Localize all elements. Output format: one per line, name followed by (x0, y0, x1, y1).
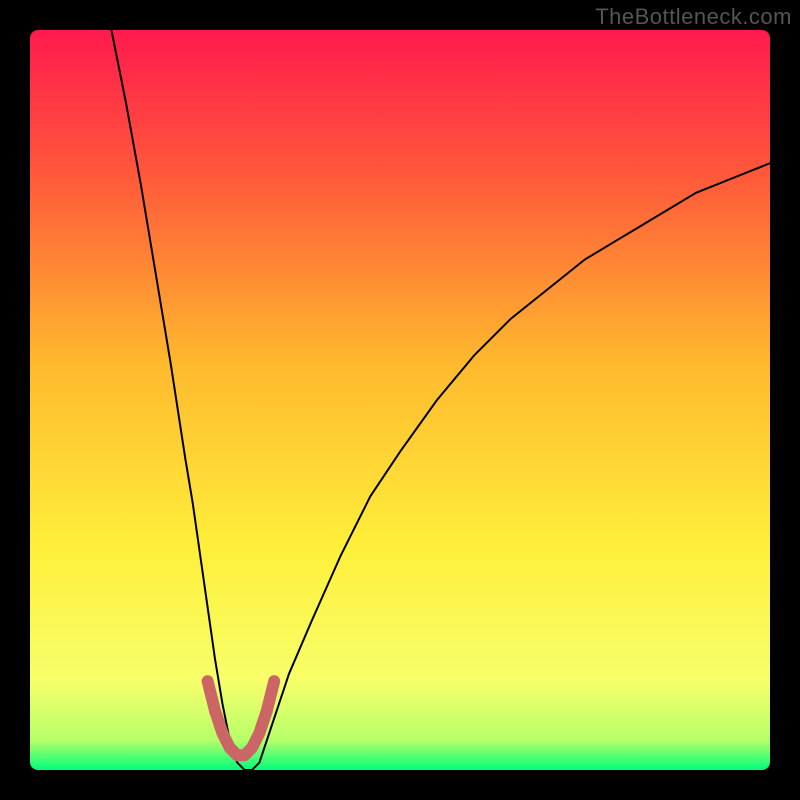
plot-svg (30, 30, 770, 770)
attribution-text: TheBottleneck.com (595, 4, 792, 30)
gradient-background (30, 30, 770, 770)
chart-container: TheBottleneck.com (0, 0, 800, 800)
plot-area (30, 30, 770, 770)
